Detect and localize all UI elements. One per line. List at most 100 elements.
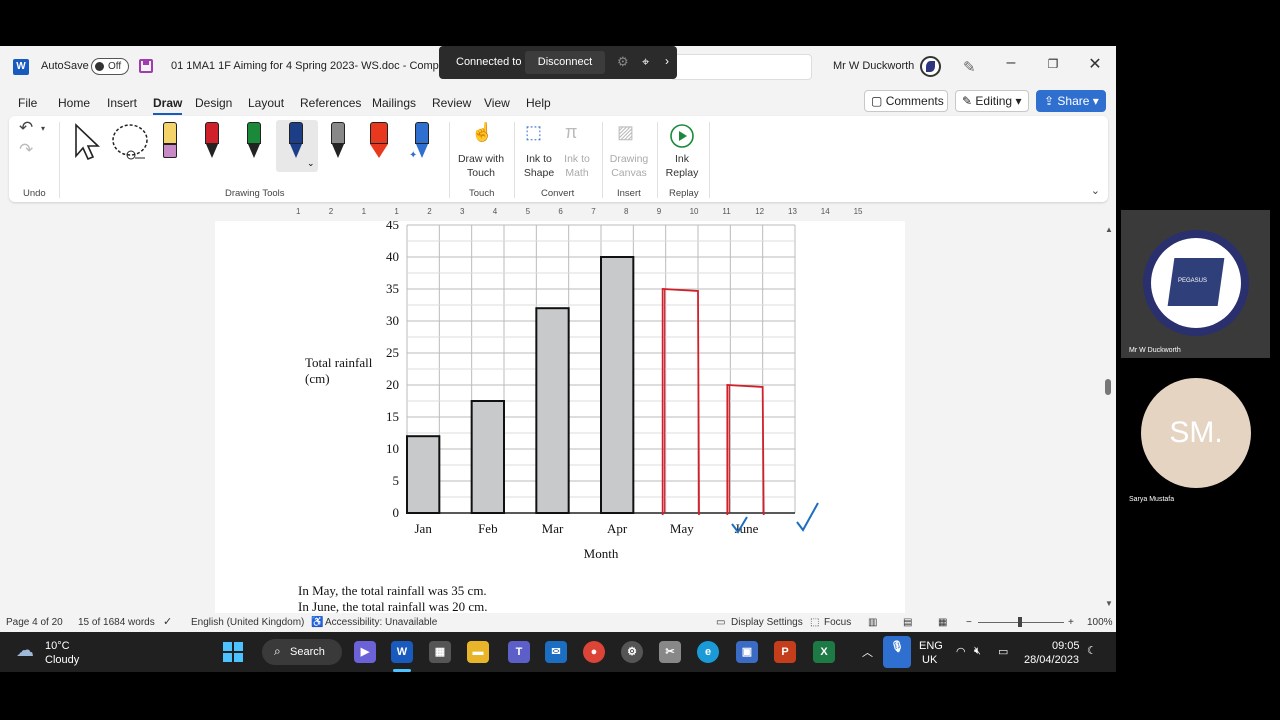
language[interactable]: English (United Kingdom) bbox=[191, 617, 304, 628]
weather-desc[interactable]: Cloudy bbox=[45, 654, 79, 666]
pen-settings-icon[interactable]: ✎ bbox=[963, 58, 976, 76]
menu-mailings[interactable]: Mailings bbox=[372, 96, 416, 110]
battery-icon[interactable]: ▭ bbox=[998, 645, 1008, 658]
menu-review[interactable]: Review bbox=[432, 96, 471, 110]
accessibility-status[interactable]: Accessibility: Unavailable bbox=[325, 617, 437, 628]
snipping-tool-icon[interactable]: ✂ bbox=[659, 641, 681, 663]
menu-help[interactable]: Help bbox=[526, 96, 551, 110]
restore-icon[interactable]: ❐ bbox=[1041, 57, 1065, 71]
word-taskbar-icon[interactable]: W bbox=[391, 641, 413, 663]
web-layout-icon[interactable]: ▦ bbox=[938, 617, 947, 628]
ruler[interactable]: 1 2 1 1 2 3 4 5 6 7 8 9 10 11 12 13 14 15 bbox=[215, 207, 905, 219]
ink-replay-icon[interactable] bbox=[669, 123, 695, 149]
remote-desktop-icon[interactable]: ▣ bbox=[736, 641, 758, 663]
menu-insert[interactable]: Insert bbox=[107, 96, 137, 110]
menu-references[interactable]: References bbox=[300, 96, 361, 110]
presenter-video-tile[interactable]: PEGASUS Mr W Duckworth bbox=[1121, 210, 1270, 358]
share-button[interactable]: ⇪ Share ▾ bbox=[1036, 90, 1106, 112]
unpin-icon[interactable]: ⌖ bbox=[642, 54, 649, 70]
edge-icon[interactable]: e bbox=[697, 641, 719, 663]
participant-avatar[interactable]: SM. bbox=[1141, 378, 1251, 488]
input-language[interactable]: ENG bbox=[919, 640, 943, 652]
tray-expand-icon[interactable]: ︿ bbox=[862, 644, 873, 660]
read-mode-icon[interactable]: ▥ bbox=[868, 617, 877, 628]
user-name[interactable]: Mr W Duckworth bbox=[833, 60, 914, 72]
excel-icon[interactable]: X bbox=[813, 641, 835, 663]
autosave-toggle[interactable]: Off bbox=[91, 58, 129, 75]
drawing-canvas-icon[interactable]: ▨ bbox=[617, 122, 634, 143]
wifi-icon[interactable]: ◠ bbox=[956, 645, 966, 658]
pen-blue-selected-icon[interactable] bbox=[287, 122, 305, 168]
calculator-icon[interactable]: ▦ bbox=[429, 641, 451, 663]
undo-dropdown-icon[interactable]: ▾ bbox=[41, 124, 45, 133]
teams-icon[interactable]: T bbox=[508, 641, 530, 663]
action-pen-icon[interactable]: ✦ bbox=[409, 122, 431, 168]
vertical-scrollbar[interactable]: ▲ ▼ bbox=[1101, 221, 1116, 613]
pen-green-icon[interactable] bbox=[245, 122, 263, 168]
teams-meeting-icon[interactable]: ▶ bbox=[354, 641, 376, 663]
powerpoint-icon[interactable]: P bbox=[774, 641, 796, 663]
volume-muted-icon[interactable]: 🔇︎ bbox=[974, 645, 981, 658]
microphone-icon[interactable]: 🎙 bbox=[883, 636, 911, 668]
scroll-up-icon[interactable]: ▲ bbox=[1105, 225, 1113, 234]
comments-button[interactable]: ▢ Comments bbox=[864, 90, 948, 112]
disconnect-button[interactable]: Disconnect bbox=[525, 51, 605, 74]
menu-home[interactable]: Home bbox=[58, 96, 90, 110]
menu-view[interactable]: View bbox=[484, 96, 510, 110]
menu-draw[interactable]: Draw bbox=[153, 96, 183, 115]
ink-to-math-button[interactable]: Ink to Math bbox=[557, 152, 597, 180]
menu-layout[interactable]: Layout bbox=[248, 96, 284, 110]
document-page[interactable]: 0 5 10 15 20 25 30 35 40 45 Total rainfall (cm) Jan F… bbox=[215, 221, 905, 613]
search-box[interactable] bbox=[670, 54, 812, 80]
print-layout-icon[interactable]: ▤ bbox=[903, 617, 912, 628]
notifications-icon[interactable]: ☾ bbox=[1087, 644, 1097, 657]
undo-icon[interactable]: ↶ bbox=[19, 118, 33, 138]
weather-temp[interactable]: 10°C bbox=[45, 640, 70, 652]
taskbar-search[interactable]: ⌕ Search bbox=[262, 639, 342, 665]
user-avatar-icon[interactable] bbox=[920, 56, 941, 77]
close-icon[interactable]: ✕ bbox=[1083, 54, 1107, 74]
menu-file[interactable]: File bbox=[18, 96, 37, 110]
page-count[interactable]: Page 4 of 20 bbox=[6, 617, 63, 628]
ink-replay-button[interactable]: Ink Replay bbox=[662, 152, 702, 180]
lasso-select-icon[interactable] bbox=[110, 122, 152, 162]
zoom-out-icon[interactable]: − bbox=[966, 617, 972, 628]
ink-to-math-icon[interactable]: π bbox=[565, 122, 577, 143]
proofing-icon[interactable]: ✓ bbox=[163, 615, 172, 628]
clock-time[interactable]: 09:05 bbox=[1052, 640, 1080, 652]
editing-button[interactable]: ✎ Editing ▾ bbox=[955, 90, 1029, 112]
chevron-right-icon[interactable]: › bbox=[665, 54, 669, 68]
display-settings[interactable]: Display Settings bbox=[731, 617, 803, 628]
drawing-canvas-button[interactable]: Drawing Canvas bbox=[607, 152, 651, 180]
mail-icon[interactable]: ✉ bbox=[545, 641, 567, 663]
pen-red-icon[interactable] bbox=[203, 122, 221, 168]
pen-dropdown-icon[interactable]: ⌄ bbox=[307, 158, 315, 169]
scroll-down-icon[interactable]: ▼ bbox=[1105, 599, 1113, 608]
start-icon[interactable] bbox=[222, 641, 244, 663]
minimize-icon[interactable]: – bbox=[999, 54, 1023, 72]
chrome-icon[interactable]: ● bbox=[583, 641, 605, 663]
save-icon[interactable] bbox=[139, 59, 153, 73]
scrollbar-thumb[interactable] bbox=[1105, 379, 1111, 395]
highlighter-yellow-icon[interactable] bbox=[161, 122, 179, 168]
highlighter-orange-icon[interactable] bbox=[370, 122, 388, 168]
zoom-in-icon[interactable]: + bbox=[1068, 617, 1074, 628]
input-region[interactable]: UK bbox=[922, 654, 937, 666]
zoom-level[interactable]: 100% bbox=[1087, 617, 1113, 628]
focus-button[interactable]: Focus bbox=[824, 617, 851, 628]
redo-icon[interactable]: ↷ bbox=[19, 140, 33, 160]
clock-date[interactable]: 28/04/2023 bbox=[1024, 654, 1079, 666]
pencil-gray-icon[interactable] bbox=[329, 122, 347, 168]
settings-gear-icon[interactable]: ⚙ bbox=[617, 54, 629, 70]
zoom-slider-handle[interactable] bbox=[1018, 617, 1022, 627]
draw-with-touch-icon[interactable]: ☝ bbox=[471, 122, 493, 143]
select-arrow-icon[interactable] bbox=[73, 122, 101, 162]
file-explorer-icon[interactable]: ▬ bbox=[467, 641, 489, 663]
word-count[interactable]: 15 of 1684 words bbox=[78, 617, 155, 628]
ink-to-shape-icon[interactable]: ⬚ bbox=[525, 122, 542, 143]
collapse-ribbon-icon[interactable]: ⌄ bbox=[1091, 184, 1100, 197]
menu-design[interactable]: Design bbox=[195, 96, 232, 110]
ink-to-shape-button[interactable]: Ink to Shape bbox=[519, 152, 559, 180]
settings-icon[interactable]: ⚙ bbox=[621, 641, 643, 663]
draw-with-touch-button[interactable]: Draw with Touch bbox=[454, 152, 508, 180]
